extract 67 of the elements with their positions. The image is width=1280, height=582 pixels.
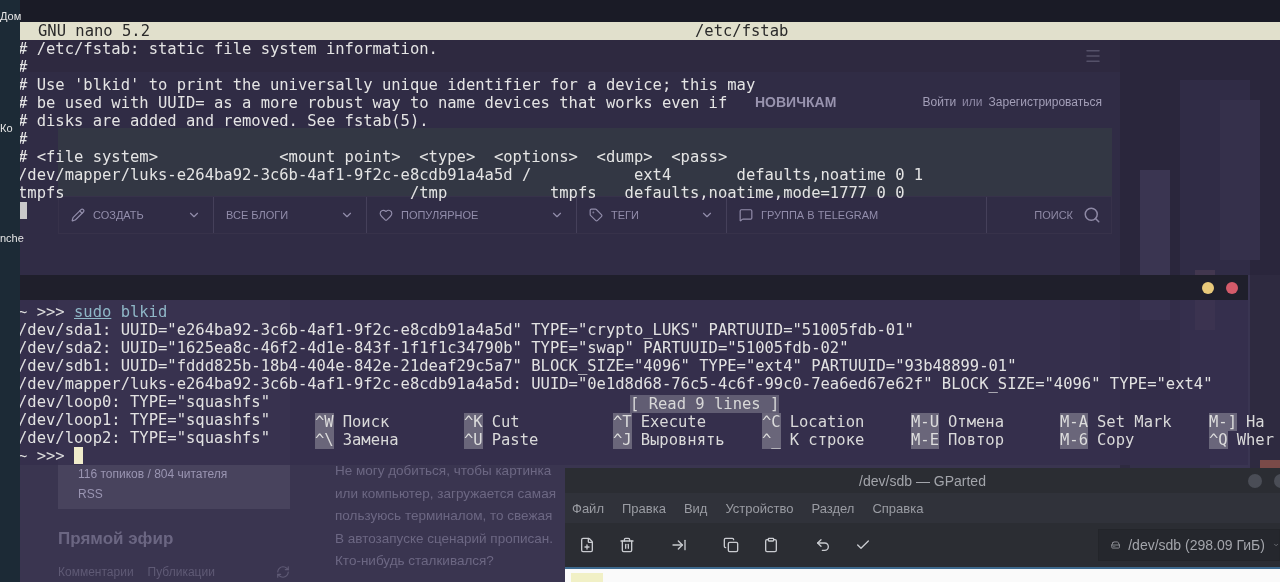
trash-icon [619,537,635,553]
file-name: /etc/fstab [695,22,789,40]
close-button[interactable] [1226,281,1238,294]
rss-link[interactable]: RSS [78,487,290,501]
shortcut-label: Wher [1236,431,1274,449]
shortcut-label: Замена [342,431,399,449]
output-line: /dev/loop2: TYPE="squashfs" [18,429,270,447]
shortcut-label: Cut [491,413,520,431]
register-link[interactable]: Зарегистрироваться [988,95,1102,109]
shortcut-key: ^U [464,431,483,449]
shortcut-key: M-U [911,413,939,431]
arrow-icon [671,537,687,553]
shortcut-key: M-6 [1060,431,1088,449]
shortcut-key: ^T [613,413,632,431]
shortcut-key: M-A [1060,413,1088,431]
nav-link[interactable]: НОВИЧКАМ [755,94,837,110]
shortcut-label: Поиск [342,413,390,431]
command-text: blkid [120,303,168,321]
text-cursor [18,202,27,219]
window-title: /dev/sdb — GParted [859,472,986,489]
desktop-icon-label: Дом [0,10,20,22]
text-cursor [73,447,83,464]
output-line: /dev/sda1: UUID="e264ba92-3c6b-4af1-9f2c-e8cdb91a4a5d" TYPE="crypto_LUKS" PARTUUID="51005fdb-01" [18,321,914,339]
shortcut-label: Copy [1097,431,1135,449]
shortcut-key: ^J [613,431,632,449]
code-line: /dev/mapper/luks-e264ba92-3c6b-4af1-9f2c-e8cdb91a4a5d / ext4 defaults,noatime 0 1 [18,166,924,184]
clipboard-icon [763,537,779,553]
shortcut-key: ^_ [762,431,781,449]
status-message: [ Read 9 lines ] [630,395,780,413]
shortcut-label: К строке [789,431,865,449]
shortcut-key: M-E [911,431,939,449]
login-link[interactable]: Войти [922,95,957,109]
command-text: sudo [74,303,112,321]
minimize-button[interactable] [1202,281,1214,294]
shortcut-label: Execute [640,413,706,431]
menu-item[interactable]: Вид [683,500,708,516]
shortcut-label: Повтор [948,431,1004,449]
output-line: /dev/loop0: TYPE="squashfs" [18,393,270,411]
shortcut-key: ^\ [315,431,334,449]
shortcut-key: ^W [315,413,334,431]
output-line: /dev/sdb1: UUID="fddd825b-18b4-404e-842e-21deaf29c5a7" BLOCK_SIZE="4096" TYPE="ext4" PARTUUID="93b48899-01" [18,357,1017,375]
menu-item[interactable]: Раздел [811,500,855,516]
shortcut-label: Выровнять [640,431,725,449]
shortcut-key: M-] [1209,413,1237,431]
or-text: или [962,95,983,109]
menu-item[interactable]: Справка [872,500,924,516]
blog-stats: 116 топиков / 804 читателя [78,467,229,481]
menu-item[interactable]: Правка [621,500,666,516]
output-line: /dev/loop1: TYPE="squashfs" [18,411,270,429]
menu-item[interactable]: Файл [572,500,604,516]
output-line: /dev/sda2: UUID="1625ea8c-46f2-4d1e-843f-1f1f1c34790b" TYPE="swap" PARTUUID="51005fdb-02" [18,339,849,357]
shortcut-label: Отмена [948,413,1004,431]
menu-item[interactable]: Устройство [725,500,794,516]
shortcut-label: Set Mark [1097,413,1172,431]
shortcut-label: Location [789,413,865,431]
shortcut-label: Ha [1246,413,1265,431]
copy-icon [723,537,739,553]
shortcut-key: ^Q [1209,431,1228,449]
desktop-icon-label: Ко [0,122,14,134]
editor-version: GNU nano 5.2 [38,22,150,40]
device-dropdown[interactable]: /dev/sdb (298.09 ГиБ) [1098,529,1280,561]
shortcut-label: Paste [491,431,539,449]
undo-icon [815,537,831,553]
shortcut-key: ^C [762,413,781,431]
shortcut-key: ^K [464,413,483,431]
output-line: /dev/mapper/luks-e264ba92-3c6b-4af1-9f2c-e8cdb91a4a5d: UUID="0e1d8d68-76c5-4c6f-99c0-7ea6ed67e62f" BLOCK_SIZE="4096" TYPE="ext4" [18,375,1213,393]
new-file-icon [579,537,595,553]
